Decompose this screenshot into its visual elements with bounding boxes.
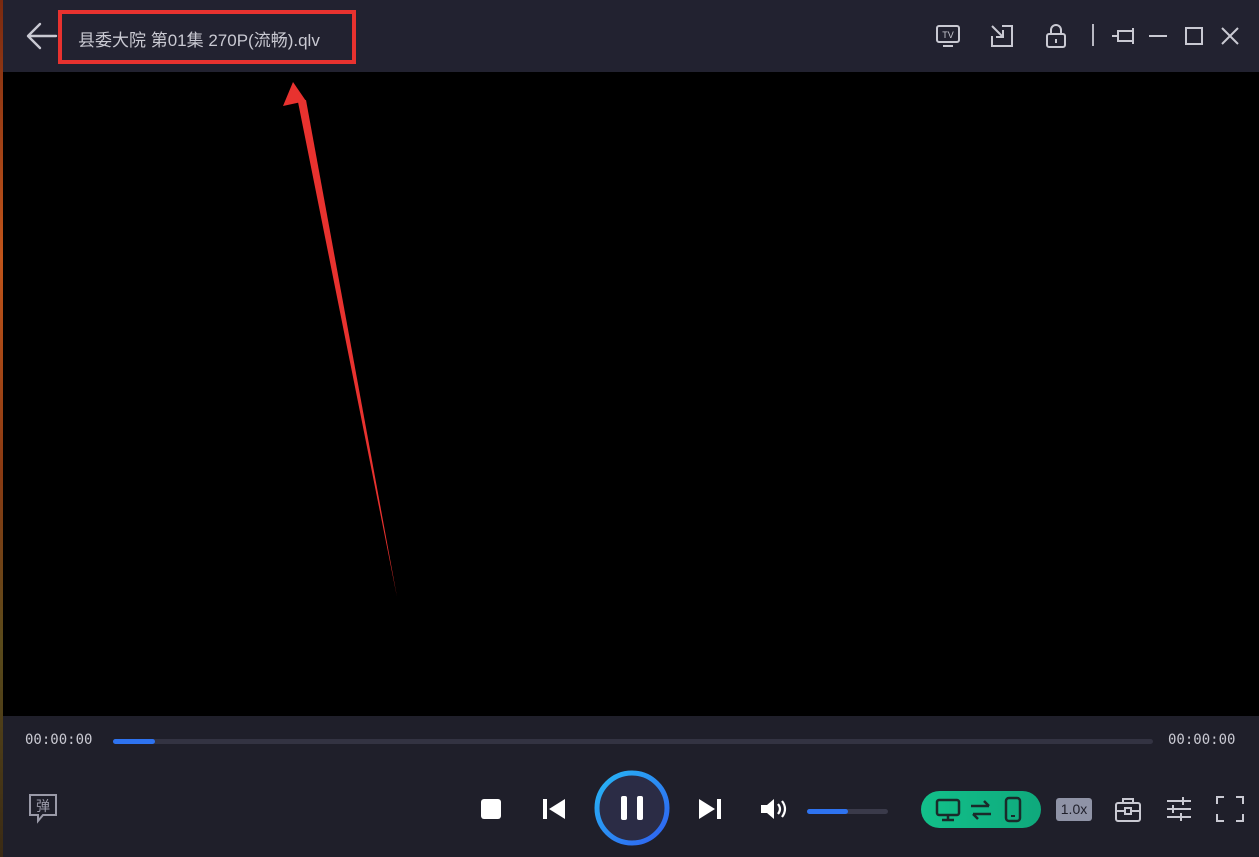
total-time: 00:00:00 bbox=[1168, 732, 1236, 748]
danmaku-label: 弹 bbox=[36, 799, 50, 815]
swap-icon bbox=[971, 800, 991, 820]
progress-bar[interactable] bbox=[113, 739, 1153, 744]
stop-icon[interactable] bbox=[478, 796, 504, 822]
screen-cast-button[interactable] bbox=[921, 791, 1041, 828]
toolbox-icon[interactable] bbox=[1113, 794, 1143, 824]
fullscreen-icon[interactable] bbox=[1215, 795, 1245, 823]
pause-button[interactable] bbox=[592, 768, 672, 848]
next-icon[interactable] bbox=[696, 795, 724, 823]
settings-sliders-icon[interactable] bbox=[1164, 794, 1194, 824]
playback-speed-button[interactable]: 1.0x bbox=[1056, 798, 1092, 821]
previous-icon[interactable] bbox=[540, 795, 568, 823]
current-time: 00:00:00 bbox=[25, 732, 93, 748]
volume-fill bbox=[807, 809, 848, 814]
progress-fill bbox=[113, 739, 155, 744]
volume-icon[interactable] bbox=[758, 795, 790, 823]
volume-slider[interactable] bbox=[807, 809, 888, 814]
monitor-icon bbox=[935, 798, 961, 822]
phone-icon bbox=[1004, 796, 1022, 823]
danmaku-toggle-icon[interactable]: 弹 bbox=[27, 792, 59, 824]
pause-icon bbox=[621, 796, 627, 820]
